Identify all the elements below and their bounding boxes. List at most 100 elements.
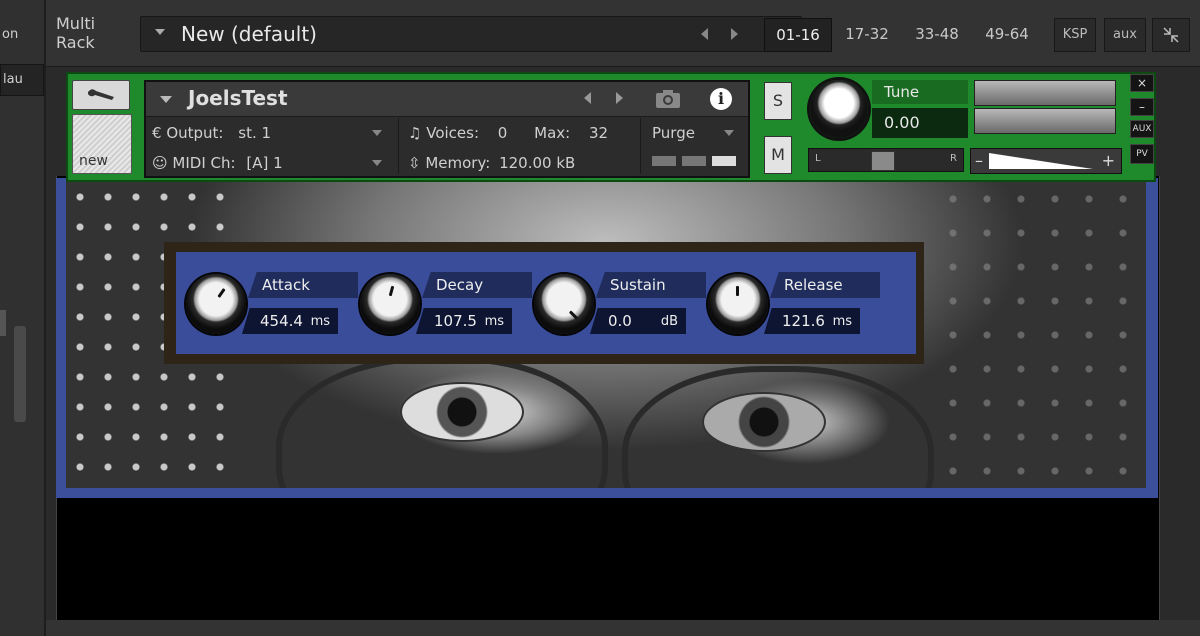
memory-value: 120.00 kB [499, 154, 576, 172]
instrument-header: new JoelsTest i € Output: st. 1 ☺ MIDI C… [66, 72, 1156, 182]
chevron-right-icon[interactable] [731, 28, 738, 40]
release-value-box[interactable]: 121.6 ms [764, 308, 860, 334]
decay-knob-pointer [388, 285, 395, 297]
attack-knob-pointer [217, 288, 226, 298]
sustain-value-box[interactable]: 0.0 dB [590, 308, 686, 334]
page-tab-17-32[interactable]: 17-32 [834, 18, 900, 50]
divider [640, 118, 641, 174]
volume-plus[interactable]: + [1102, 151, 1115, 170]
output-label: Output: [166, 124, 224, 142]
release-knob[interactable] [708, 274, 768, 334]
tune-value[interactable]: 0.00 [872, 108, 968, 138]
midi-value: [A] 1 [246, 154, 283, 172]
voices-field: ♫ Voices: 0 Max: 32 [408, 124, 608, 142]
instrument-panel: JoelsTest i € Output: st. 1 ☺ MIDI Ch: [… [144, 80, 750, 178]
instrument-name-row: JoelsTest i [146, 82, 748, 117]
volume-slider[interactable]: – + [970, 148, 1122, 174]
purge-meter-2 [682, 156, 706, 166]
rack-title-line1: Multi [56, 14, 96, 33]
output-value: st. 1 [238, 124, 272, 142]
new-label: new [79, 153, 108, 169]
close-button[interactable]: × [1130, 74, 1154, 92]
decay-unit: ms [484, 314, 504, 329]
eye-left [400, 382, 524, 442]
multi-rack-header: Multi Rack New (default) 01-16 17-32 33-… [46, 0, 1200, 67]
instrument-icon[interactable]: new [72, 114, 132, 174]
dropdown-arrow-icon[interactable] [160, 96, 172, 103]
sidebar-tab-2[interactable]: lau [0, 64, 44, 96]
release-unit: ms [832, 314, 852, 329]
max-voices-value[interactable]: 32 [589, 124, 608, 142]
voices-label: Voices: [426, 124, 480, 142]
rack-title: Multi Rack [56, 14, 95, 52]
attack-knob[interactable] [186, 274, 246, 334]
tune-knob[interactable] [810, 80, 868, 138]
left-sidebar: on lau [0, 0, 46, 636]
attack-value: 454.4 [260, 312, 303, 330]
decay-label: Decay [422, 272, 532, 298]
midi-channel-field[interactable]: ☺ MIDI Ch: [A] 1 [152, 154, 283, 172]
output-field[interactable]: € Output: st. 1 [152, 124, 271, 142]
shirt-pattern [936, 182, 1146, 488]
aux-button[interactable]: aux [1104, 18, 1146, 52]
pv-toggle[interactable]: PV [1130, 144, 1154, 164]
midi-icon: ☺ [152, 154, 173, 172]
wrench-icon [88, 89, 114, 100]
ksp-button[interactable]: KSP [1054, 18, 1096, 52]
mute-button[interactable]: M [764, 136, 792, 174]
collapse-button[interactable] [1152, 18, 1190, 52]
volume-minus[interactable]: – [975, 151, 983, 170]
preset-selector[interactable]: New (default) [140, 16, 802, 52]
divider [398, 118, 399, 174]
page-tab-49-64[interactable]: 49-64 [974, 18, 1040, 50]
aux-toggle[interactable]: AUX [1130, 120, 1154, 138]
level-meter-right [974, 108, 1116, 134]
camera-icon[interactable] [654, 88, 682, 110]
decay-value-box[interactable]: 107.5 ms [416, 308, 512, 334]
max-label: Max: [534, 124, 571, 142]
memory-label: Memory: [425, 154, 491, 172]
purge-menu[interactable]: Purge [652, 124, 695, 142]
dropdown-arrow-icon[interactable] [155, 29, 165, 35]
memory-field: ⇳ Memory: 120.00 kB [408, 154, 575, 172]
info-icon[interactable]: i [710, 88, 732, 110]
memory-icon: ⇳ [408, 154, 426, 172]
page-tab-01-16[interactable]: 01-16 [764, 18, 832, 52]
output-icon: € [152, 124, 167, 142]
chevron-right-icon[interactable] [616, 92, 623, 104]
midi-label: MIDI Ch: [172, 154, 236, 172]
attack-unit: ms [310, 314, 330, 329]
sustain-knob-pointer [568, 310, 579, 320]
sidebar-marker [0, 310, 6, 336]
adsr-panel: Attack 454.4 ms Decay 107.5 ms Sustain 0… [176, 252, 916, 354]
decay-value: 107.5 [434, 312, 477, 330]
release-value: 121.6 [782, 312, 825, 330]
sustain-value: 0.0 [608, 312, 632, 330]
pan-right-label: R [950, 153, 957, 164]
tune-label: Tune [872, 80, 968, 104]
page-tab-33-48[interactable]: 33-48 [904, 18, 970, 50]
instrument-name[interactable]: JoelsTest [188, 86, 288, 110]
preset-name: New (default) [181, 22, 317, 46]
purge-meter-3 [712, 156, 736, 166]
solo-button[interactable]: S [764, 82, 792, 120]
volume-fill [989, 153, 1093, 169]
chevron-left-icon[interactable] [584, 92, 591, 104]
minimize-button[interactable]: – [1130, 98, 1154, 116]
dropdown-arrow-icon[interactable] [372, 160, 382, 166]
pan-slider[interactable]: L R [808, 148, 964, 172]
voices-icon: ♫ [408, 124, 427, 142]
sustain-knob[interactable] [534, 274, 594, 334]
purge-meter-1 [652, 156, 676, 166]
attack-value-box[interactable]: 454.4 ms [242, 308, 338, 334]
sidebar-tab-1[interactable]: on [0, 20, 42, 50]
sidebar-scrollbar[interactable] [14, 326, 26, 422]
decay-knob[interactable] [360, 274, 420, 334]
chevron-left-icon[interactable] [701, 28, 708, 40]
dropdown-arrow-icon[interactable] [724, 130, 734, 136]
attack-label: Attack [248, 272, 358, 298]
pan-handle[interactable] [871, 151, 895, 171]
edit-button[interactable] [72, 80, 130, 110]
pan-left-label: L [815, 153, 821, 164]
dropdown-arrow-icon[interactable] [372, 130, 382, 136]
